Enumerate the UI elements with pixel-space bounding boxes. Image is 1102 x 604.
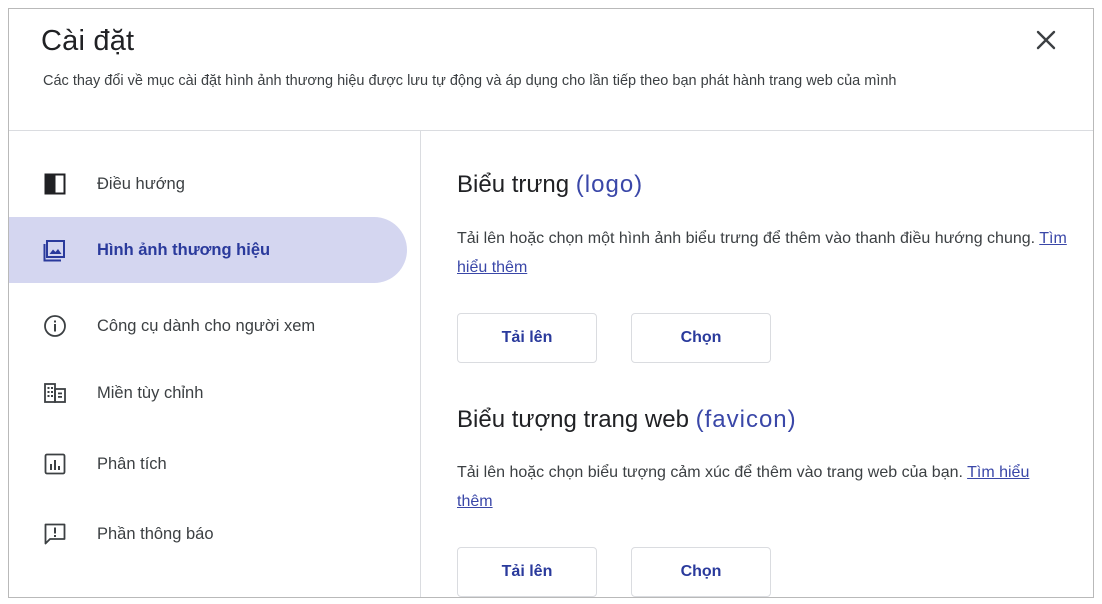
settings-sidebar: Điều hướng Hình ảnh thương hiệu Công cụ … [9, 131, 421, 597]
dialog-subtitle: Các thay đổi về mục cài đặt hình ảnh thư… [43, 73, 897, 89]
favicon-section-description: Tải lên hoặc chọn biểu tượng cảm xúc để … [457, 458, 1067, 516]
sidebar-item-announcement[interactable]: Phần thông báo [9, 501, 407, 567]
sidebar-item-label: Phân tích [97, 454, 167, 473]
sidebar-item-label: Phần thông báo [97, 524, 214, 543]
favicon-upload-button[interactable]: Tải lên [457, 547, 597, 597]
brand-image-icon [43, 238, 67, 262]
sidebar-item-navigation[interactable]: Điều hướng [9, 151, 407, 217]
sidebar-item-custom-domain[interactable]: Miền tùy chỉnh [9, 360, 407, 426]
settings-content: Biểu trưng (logo) Tải lên hoặc chọn một … [421, 131, 1093, 597]
favicon-section-title: Biểu tượng trang web (favicon) [457, 406, 797, 434]
sidebar-item-label: Công cụ dành cho người xem [97, 316, 316, 335]
logo-title-text: Biểu trưng [457, 171, 570, 198]
favicon-title-accent: (favicon) [695, 406, 797, 433]
favicon-description-text: Tải lên hoặc chọn biểu tượng cảm xúc để … [457, 464, 963, 481]
dialog-header: Cài đặt Các thay đổi về mục cài đặt hình… [9, 9, 1093, 131]
analytics-icon [43, 452, 67, 476]
logo-section-title: Biểu trưng (logo) [457, 171, 643, 199]
domain-icon [43, 381, 67, 405]
settings-dialog: Cài đặt Các thay đổi về mục cài đặt hình… [8, 8, 1094, 598]
logo-upload-button[interactable]: Tải lên [457, 313, 597, 363]
sidebar-item-viewer-tools[interactable]: Công cụ dành cho người xem [9, 293, 407, 359]
sidebar-item-brand-images[interactable]: Hình ảnh thương hiệu [9, 217, 407, 283]
favicon-title-text: Biểu tượng trang web [457, 406, 689, 433]
close-button[interactable] [1029, 23, 1063, 57]
logo-description-text: Tải lên hoặc chọn một hình ảnh biểu trưn… [457, 230, 1036, 247]
close-icon [1036, 30, 1056, 50]
sidebar-item-label: Miền tùy chỉnh [97, 383, 204, 402]
sidebar-item-label: Điều hướng [97, 174, 185, 193]
favicon-select-button[interactable]: Chọn [631, 547, 771, 597]
announcement-icon [43, 522, 67, 546]
logo-title-accent: (logo) [575, 171, 644, 198]
sidebar-item-analytics[interactable]: Phân tích [9, 431, 407, 497]
sidebar-item-label: Hình ảnh thương hiệu [97, 240, 271, 259]
navigation-icon [43, 172, 67, 196]
dialog-title: Cài đặt [41, 25, 135, 57]
info-icon [43, 314, 67, 338]
logo-section-description: Tải lên hoặc chọn một hình ảnh biểu trưn… [457, 224, 1067, 282]
logo-select-button[interactable]: Chọn [631, 313, 771, 363]
